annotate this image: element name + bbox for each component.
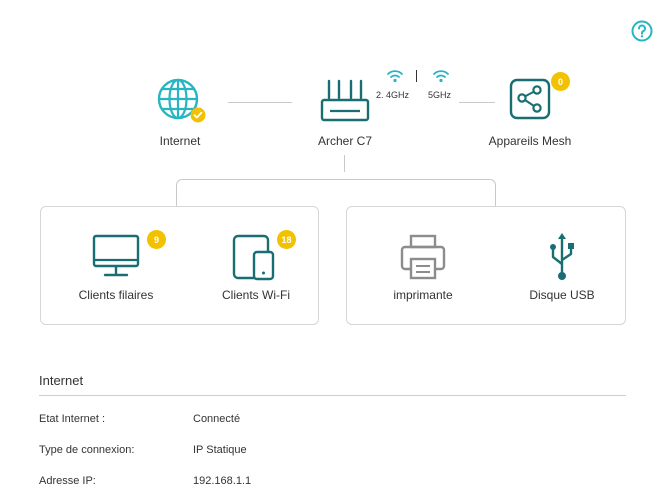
clients-card: 9 Clients filaires 18 Clients Wi-Fi xyxy=(40,206,319,325)
branch-bracket xyxy=(176,179,496,206)
connection-type-key: Type de connexion: xyxy=(39,444,135,456)
wifi-clients-node[interactable]: 18 Clients Wi-Fi xyxy=(201,219,311,319)
internet-section-title: Internet xyxy=(39,373,84,388)
wired-count-badge: 9 xyxy=(147,230,166,249)
wifi-24-label: 2. 4GHz xyxy=(376,90,410,100)
status-key: Etat Internet : xyxy=(39,413,106,425)
band-separator xyxy=(416,70,417,82)
monitor-icon xyxy=(91,233,141,279)
usb-card: imprimante Disque USB xyxy=(346,206,626,325)
usb-disk-node[interactable]: Disque USB xyxy=(507,219,617,319)
mesh-icon xyxy=(509,78,551,120)
help-icon[interactable] xyxy=(631,20,653,42)
wired-clients-node[interactable]: 9 Clients filaires xyxy=(61,219,171,319)
connected-check-icon xyxy=(190,107,206,123)
router-node[interactable]: Archer C7 xyxy=(305,74,385,150)
internet-node[interactable]: Internet xyxy=(150,70,210,150)
wifi-5-label: 5GHz xyxy=(428,90,452,100)
mesh-node[interactable]: 0 Appareils Mesh xyxy=(489,72,571,150)
mesh-label: Appareils Mesh xyxy=(488,134,572,148)
internet-label: Internet xyxy=(159,134,201,148)
connection-type-value: IP Statique xyxy=(193,444,247,456)
link-internet-router xyxy=(228,102,292,103)
mesh-count-badge: 0 xyxy=(551,72,570,91)
status-value: Connecté xyxy=(193,413,241,425)
printer-node[interactable]: imprimante xyxy=(368,219,478,319)
usb-icon xyxy=(544,231,580,283)
tablet-icon xyxy=(231,233,277,281)
printer-label: imprimante xyxy=(393,288,453,302)
printer-icon xyxy=(399,233,447,281)
router-icon xyxy=(319,78,371,126)
wired-clients-label: Clients filaires xyxy=(78,288,154,302)
wifi-5-icon[interactable] xyxy=(432,68,450,84)
ip-address-key: Adresse IP: xyxy=(39,475,96,487)
router-drop-line xyxy=(344,155,345,172)
wifi-count-badge: 18 xyxy=(277,230,296,249)
ip-address-value: 192.168.1.1 xyxy=(193,475,252,487)
wifi-clients-label: Clients Wi-Fi xyxy=(222,288,290,302)
usb-disk-label: Disque USB xyxy=(529,288,595,302)
router-label: Archer C7 xyxy=(317,134,373,148)
section-divider xyxy=(39,395,626,396)
wifi-24-icon[interactable] xyxy=(386,68,404,84)
